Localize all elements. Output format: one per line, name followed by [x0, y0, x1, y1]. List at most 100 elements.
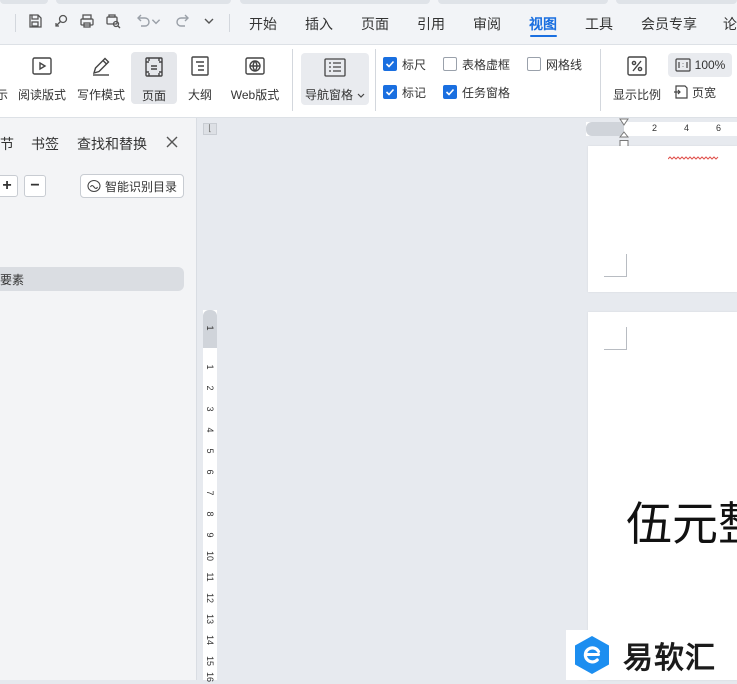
navigation-pane: 节 书签 查找和替换 + − 智能识别目录 要素	[0, 118, 197, 680]
share-icon[interactable]	[52, 12, 70, 30]
reading-mode-label: 阅读版式	[17, 88, 66, 102]
menu-insert[interactable]: 插入	[305, 14, 333, 34]
tab-sections[interactable]: 节	[0, 134, 14, 154]
tab-strip-remnant	[56, 0, 231, 4]
divider	[292, 49, 293, 111]
left-indent-marker[interactable]	[619, 137, 629, 148]
menu-tools[interactable]: 工具	[585, 14, 613, 34]
page-corner-mark	[604, 254, 627, 277]
menu-view[interactable]: 视图	[529, 14, 557, 34]
globe-icon	[243, 55, 267, 77]
tab-strip-remnant	[616, 0, 737, 4]
pen-icon	[89, 55, 113, 77]
ruler-tick: 8	[205, 511, 215, 517]
outline-button[interactable]: 大纲	[183, 53, 217, 103]
watermark-text: 易软汇	[623, 642, 716, 675]
page-width-label: 页宽	[692, 85, 717, 100]
ruler-checkbox[interactable]: 标尺	[383, 56, 426, 72]
page-view-button[interactable]: 页面	[131, 52, 177, 104]
horizontal-ruler[interactable]: 2 4 6	[586, 122, 737, 136]
zoom-100-button[interactable]: 100%	[668, 53, 732, 77]
divider	[15, 14, 16, 32]
marks-checkbox[interactable]: 标记	[383, 84, 426, 100]
reading-mode-button[interactable]: 阅读版式	[16, 53, 68, 103]
minus-icon: −	[30, 177, 40, 194]
gridlines-checkbox[interactable]: 网格线	[527, 56, 582, 72]
zoom-100-label: 100%	[694, 58, 726, 72]
page-layout-icon	[142, 55, 166, 78]
toc-item-label: 要素	[0, 272, 25, 287]
print-icon[interactable]	[78, 12, 96, 30]
play-icon	[30, 55, 54, 77]
nav-pane-icon	[323, 58, 347, 78]
smart-toc-button[interactable]: 智能识别目录	[80, 174, 184, 198]
tab-bookmarks[interactable]: 书签	[31, 134, 59, 154]
task-pane-label: 任务窗格	[462, 85, 511, 100]
first-line-indent-marker[interactable]	[619, 117, 629, 127]
ruler-tick: 6	[205, 469, 215, 475]
undo-dropdown-icon[interactable]	[150, 12, 162, 30]
ruler-tick: 2	[652, 123, 658, 133]
writing-mode-label: 写作模式	[76, 88, 125, 102]
ribbon-view: 示 阅读版式 写作模式 页面 大纲 Web版式 导航窗格 标尺 表格虚框 网格线…	[0, 45, 737, 118]
web-layout-label: Web版式	[230, 88, 280, 102]
ruler-tick: 6	[716, 123, 722, 133]
ruler-tick: 4	[205, 427, 215, 433]
menu-home[interactable]: 开始	[249, 14, 277, 34]
check-icon	[383, 57, 397, 71]
ruler-tick: 2	[205, 385, 215, 391]
page-width-button[interactable]: 页宽	[673, 83, 716, 101]
tab-strip-remnant	[438, 0, 608, 4]
marks-label: 标记	[402, 85, 427, 100]
check-icon	[383, 85, 397, 99]
checkbox-empty-icon	[443, 57, 457, 71]
ruler-tick: 4	[684, 123, 690, 133]
menu-more-partial[interactable]: 论	[723, 14, 737, 34]
smart-toc-label: 智能识别目录	[105, 179, 178, 194]
divider	[229, 14, 230, 32]
menu-review[interactable]: 审阅	[473, 14, 501, 34]
show-button-partial[interactable]: 示	[0, 53, 8, 103]
tab-strip-remnant	[240, 0, 430, 4]
ruler-tick: 3	[205, 406, 215, 412]
brand-logo-icon	[575, 636, 609, 674]
chevron-down-icon	[357, 88, 365, 98]
tab-stop-selector[interactable]: ⌊	[203, 123, 217, 135]
nav-pane-label: 导航窗格	[305, 88, 354, 102]
menu-member[interactable]: 会员专享	[641, 14, 697, 34]
page-view-label: 页面	[141, 89, 166, 103]
check-icon	[443, 85, 457, 99]
ruler-tick: 1	[205, 364, 215, 370]
more-dropdown-icon[interactable]	[200, 12, 218, 30]
redo-icon[interactable]	[174, 12, 192, 30]
close-icon[interactable]	[164, 134, 180, 150]
checkbox-empty-icon	[527, 57, 541, 71]
vertical-ruler[interactable]: 1 1 2 3 4 5 6 7 8 9 10 11 12 13 14 15 16	[203, 310, 217, 682]
web-layout-button[interactable]: Web版式	[226, 53, 284, 103]
table-gridlines-checkbox[interactable]: 表格虚框	[443, 56, 510, 72]
ruler-label: 标尺	[402, 57, 427, 72]
collapse-button[interactable]: −	[24, 175, 46, 197]
ruler-tick: 7	[205, 490, 215, 496]
ruler-tick: 5	[205, 448, 215, 454]
ruler-tick: 9	[205, 532, 215, 538]
menu-page[interactable]: 页面	[361, 14, 389, 34]
smart-recognize-icon	[87, 179, 101, 193]
zoom-ratio-button[interactable]: 显示比例	[610, 53, 664, 103]
ruler-tick: 15	[205, 655, 215, 666]
ruler-tick: 1	[205, 325, 215, 331]
print-preview-icon[interactable]	[104, 12, 122, 30]
menu-references[interactable]: 引用	[417, 14, 445, 34]
save-icon[interactable]	[26, 12, 44, 30]
tab-find-replace[interactable]: 查找和替换	[77, 134, 147, 154]
ruler-tick: 11	[205, 572, 215, 582]
expand-button[interactable]: +	[0, 175, 18, 197]
writing-mode-button[interactable]: 写作模式	[75, 53, 127, 103]
task-pane-checkbox[interactable]: 任务窗格	[443, 84, 510, 100]
table-gridlines-label: 表格虚框	[462, 57, 511, 72]
toc-item[interactable]: 要素	[0, 267, 184, 291]
ruler-tick: 12	[205, 592, 215, 603]
nav-pane-button[interactable]: 导航窗格	[301, 53, 369, 105]
document-text[interactable]: 伍元整	[626, 488, 737, 554]
divider	[600, 49, 601, 111]
